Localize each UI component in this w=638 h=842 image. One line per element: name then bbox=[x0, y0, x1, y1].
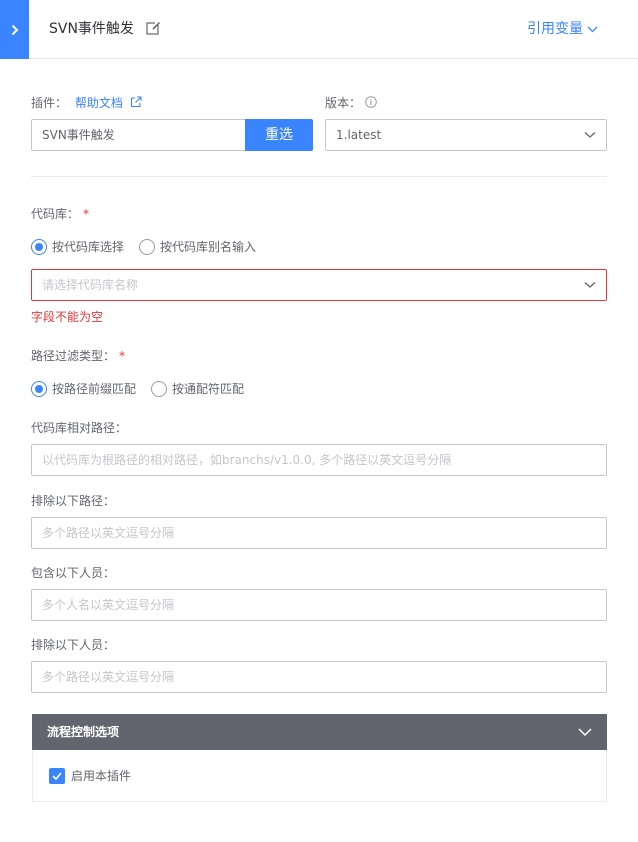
reference-variable-label: 引用变量 bbox=[527, 21, 583, 37]
chevron-down-icon bbox=[587, 26, 598, 32]
required-mark: * bbox=[83, 207, 90, 221]
flow-control-title: 流程控制选项 bbox=[47, 725, 120, 739]
radio-path-prefix[interactable]: 按路径前缀匹配 bbox=[31, 380, 136, 397]
checkbox-checked-icon bbox=[49, 767, 65, 784]
exclude-paths-placeholder: 多个路径以英文逗号分隔 bbox=[42, 526, 175, 540]
chevron-right-icon bbox=[11, 24, 18, 35]
help-doc-link[interactable]: 帮助文档 bbox=[75, 96, 142, 110]
radio-unchecked-icon bbox=[139, 238, 155, 255]
reference-variable-dropdown[interactable]: 引用变量 bbox=[527, 19, 598, 39]
relative-path-input[interactable]: 以代码库为根路径的相对路径，如branchs/v1.0.0, 多个路径以英文逗号… bbox=[31, 444, 607, 476]
help-doc-link-text: 帮助文档 bbox=[74, 96, 123, 110]
version-label-row: 版本： bbox=[325, 95, 377, 111]
radio-label: 按通配符匹配 bbox=[172, 382, 245, 396]
radio-label: 按路径前缀匹配 bbox=[52, 382, 137, 396]
plugin-name-field[interactable]: SVN事件触发 bbox=[31, 119, 246, 151]
radio-checked-icon bbox=[31, 238, 47, 255]
radio-unchecked-icon bbox=[151, 380, 167, 397]
path-filter-label: 路径过滤类型： bbox=[31, 349, 116, 363]
field-error-message: 字段不能为空 bbox=[31, 310, 104, 324]
page-title: SVN事件触发 bbox=[49, 21, 134, 37]
version-label: 版本： bbox=[325, 96, 362, 110]
include-users-placeholder: 多个人名以英文逗号分隔 bbox=[42, 598, 175, 612]
plugin-label: 插件： bbox=[31, 96, 68, 110]
required-mark: * bbox=[119, 349, 126, 363]
radio-repo-alias[interactable]: 按代码库别名输入 bbox=[139, 238, 256, 255]
collapse-panel-button[interactable] bbox=[0, 0, 29, 59]
include-users-label: 包含以下人员： bbox=[31, 566, 116, 580]
enable-plugin-label: 启用本插件 bbox=[71, 769, 132, 783]
chevron-down-icon bbox=[578, 728, 592, 736]
radio-label: 按代码库别名输入 bbox=[160, 240, 257, 254]
flow-control-body: 启用本插件 bbox=[32, 750, 607, 802]
exclude-users-label: 排除以下人员： bbox=[31, 638, 116, 652]
reselect-button[interactable]: 重选 bbox=[245, 119, 313, 151]
radio-label: 按代码库选择 bbox=[52, 240, 125, 254]
enable-plugin-checkbox[interactable]: 启用本插件 bbox=[49, 767, 131, 784]
relative-path-placeholder: 以代码库为根路径的相对路径，如branchs/v1.0.0, 多个路径以英文逗号… bbox=[42, 453, 452, 467]
repo-name-placeholder: 请选择代码库名称 bbox=[42, 278, 139, 292]
repo-name-select[interactable]: 请选择代码库名称 bbox=[31, 269, 607, 301]
version-value: 1.latest bbox=[336, 128, 382, 142]
version-select[interactable]: 1.latest bbox=[325, 119, 607, 151]
radio-wildcard[interactable]: 按通配符匹配 bbox=[151, 380, 244, 397]
radio-checked-icon bbox=[31, 380, 47, 397]
exclude-paths-input[interactable]: 多个路径以英文逗号分隔 bbox=[31, 517, 607, 549]
panel-header: SVN事件触发 引用变量 bbox=[0, 0, 638, 59]
relative-path-label: 代码库相对路径： bbox=[31, 421, 128, 435]
info-icon[interactable] bbox=[365, 96, 377, 108]
external-link-icon bbox=[130, 96, 142, 108]
exclude-users-placeholder: 多个路径以英文逗号分隔 bbox=[42, 670, 175, 684]
include-users-input[interactable]: 多个人名以英文逗号分隔 bbox=[31, 589, 607, 621]
radio-repo-select[interactable]: 按代码库选择 bbox=[31, 238, 124, 255]
repo-label: 代码库： bbox=[31, 207, 80, 221]
plugin-label-row: 插件： 帮助文档 bbox=[31, 95, 142, 111]
exclude-paths-label: 排除以下路径： bbox=[31, 494, 116, 508]
edit-icon[interactable] bbox=[146, 21, 161, 36]
chevron-down-icon bbox=[584, 132, 596, 138]
flow-control-collapse-header[interactable]: 流程控制选项 bbox=[32, 714, 607, 750]
exclude-users-input[interactable]: 多个路径以英文逗号分隔 bbox=[31, 661, 607, 693]
path-filter-label-row: 路径过滤类型： * bbox=[31, 348, 125, 364]
repo-label-row: 代码库： * bbox=[31, 206, 89, 222]
chevron-down-icon bbox=[584, 282, 596, 288]
section-divider bbox=[31, 176, 607, 177]
